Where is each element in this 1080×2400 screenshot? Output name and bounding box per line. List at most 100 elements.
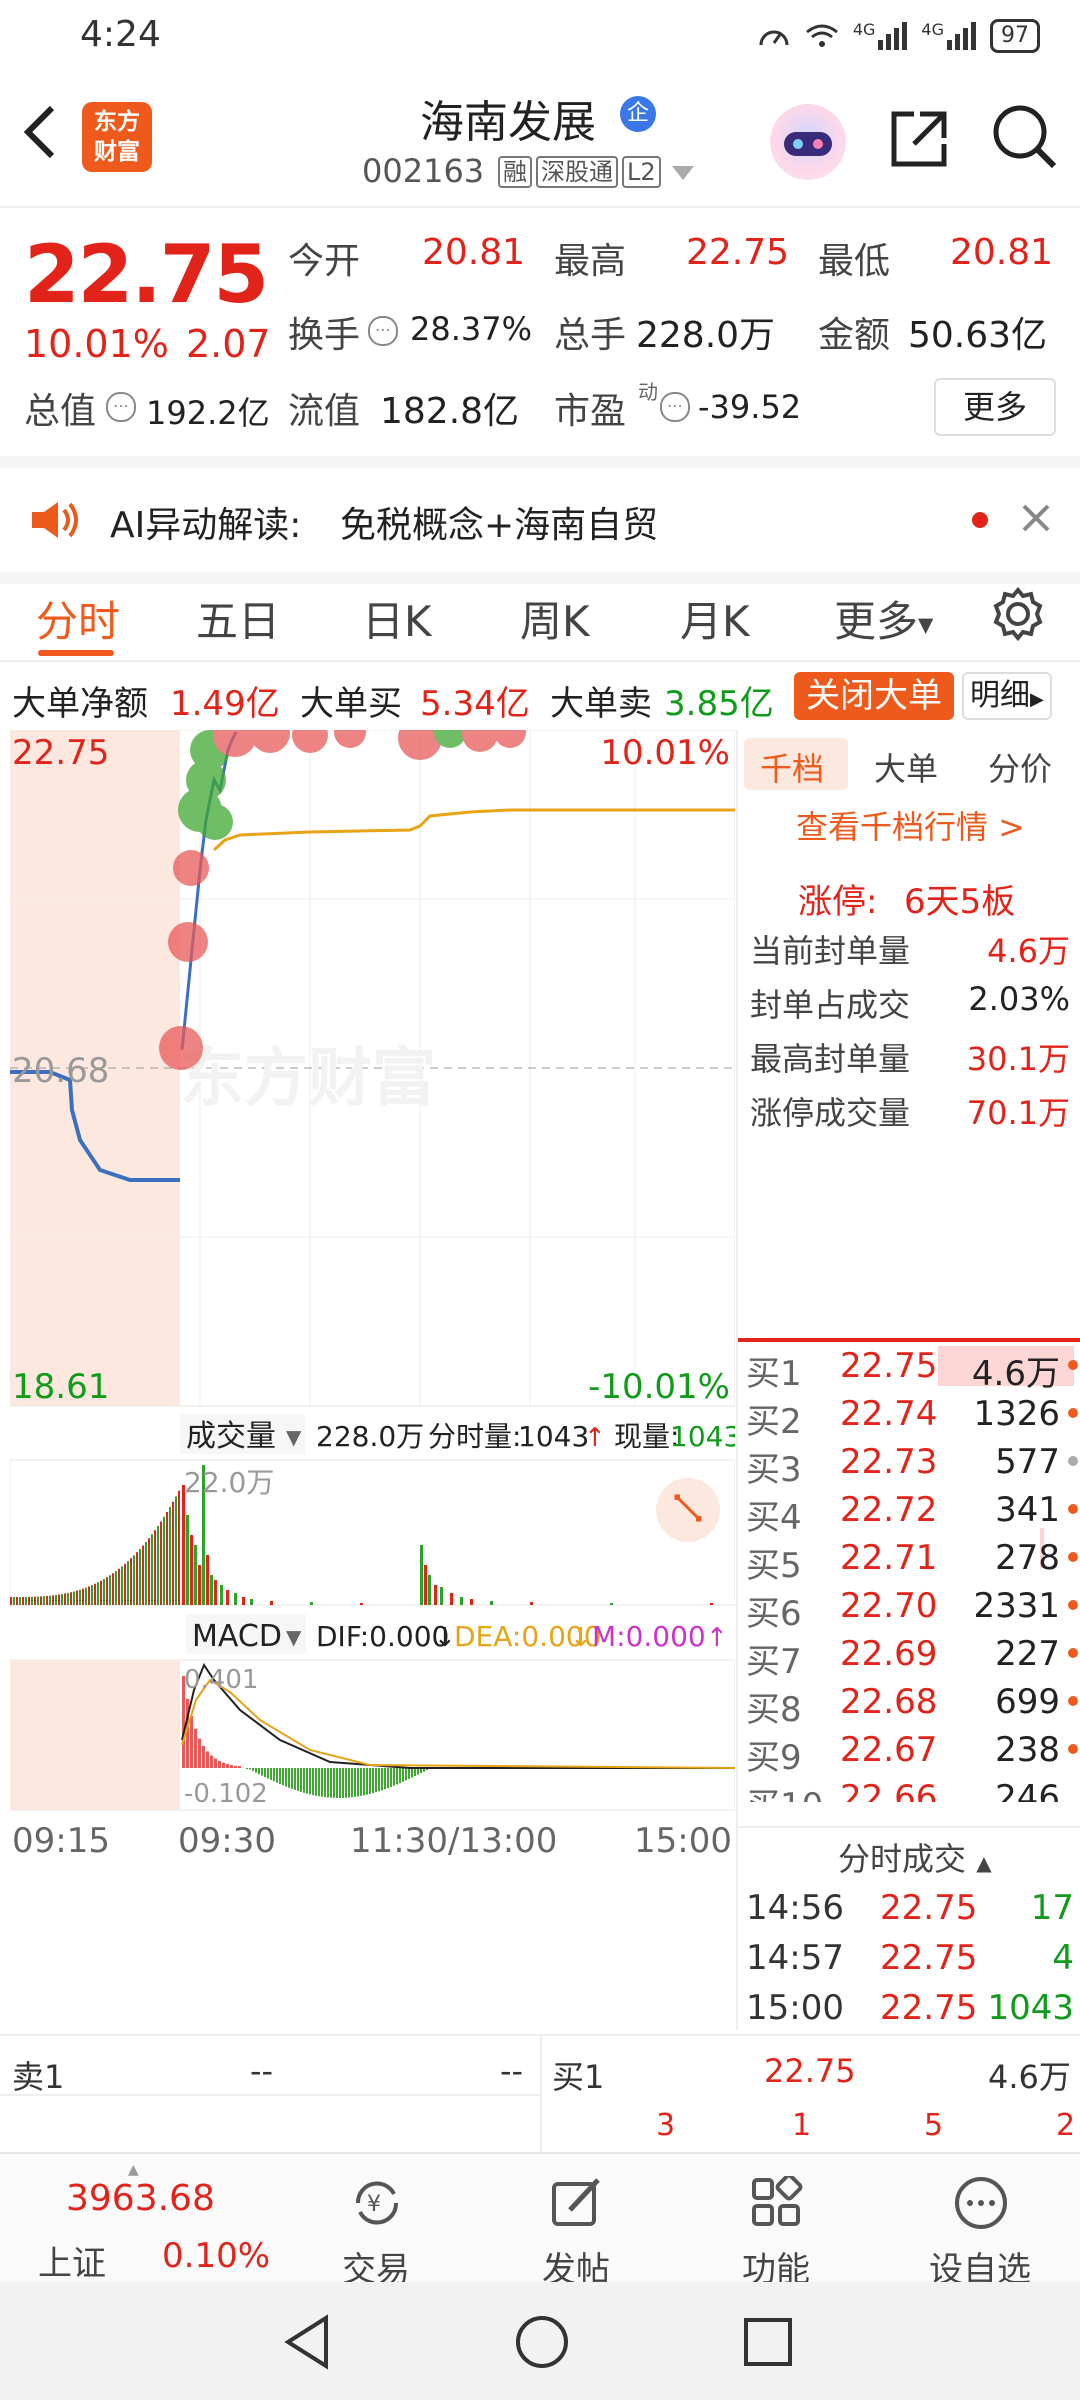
tab-daily[interactable]: 日K: [362, 588, 432, 649]
more-quote-button[interactable]: 更多: [934, 378, 1056, 436]
bid-row[interactable]: 买9 22.67 238: [738, 1730, 1080, 1778]
bid-label: 买4: [746, 1498, 802, 1538]
bid-vol: 278: [995, 1538, 1060, 1578]
limit-label: 涨停:: [798, 882, 878, 922]
trade-icon: ¥: [355, 2181, 399, 2225]
pe-value: -39.52: [698, 388, 802, 426]
tab-weekly[interactable]: 周K: [520, 588, 590, 649]
low-label: 最低: [818, 241, 891, 282]
intraday-chart[interactable]: 东方财富 22.75 20.68 18.61 10.01% -10.01% 成交…: [9, 713, 741, 2030]
chevron-left-icon: [23, 105, 55, 159]
bid-row[interactable]: 买10 22.66 246: [738, 1778, 1080, 1802]
count-0: 3: [656, 2108, 676, 2143]
view-thousand-link[interactable]: 查看千档行情 >: [796, 802, 1025, 848]
bid-row[interactable]: 买6 22.70 2331: [738, 1586, 1080, 1634]
tab-price-dist[interactable]: 分价: [988, 744, 1052, 790]
volume-total: 228.0万: [316, 1420, 424, 1453]
back-button[interactable]: [20, 102, 70, 172]
tab-more-label: 更多: [834, 597, 919, 646]
order-dot: [1068, 1744, 1078, 1754]
share-icon: [891, 111, 947, 167]
volume-selector[interactable]: 成交量: [186, 1419, 276, 1454]
info-icon[interactable]: ⋯: [106, 392, 136, 422]
info-icon[interactable]: ⋯: [660, 392, 690, 422]
bid-row[interactable]: 买1 22.75 4.6万: [738, 1346, 1080, 1394]
high-label: 最高: [554, 241, 627, 282]
net-label: 大单净额: [12, 684, 148, 724]
bid-price: 22.67: [840, 1730, 938, 1770]
bottom-quote: 卖1 -- -- 买1 22.75 4.6万 3 1 5 2: [0, 2034, 1080, 2154]
change-percent: 10.01%: [24, 322, 169, 366]
macd-dif: DIF:0.000: [316, 1620, 449, 1653]
recents-square-icon[interactable]: [742, 2316, 794, 2368]
bid-row[interactable]: 买2 22.74 1326: [738, 1394, 1080, 1442]
big-order-bar: 大单净额 1.49亿 大单买 5.34亿 大单卖 3.85亿 关闭大单 明细▶: [0, 668, 1080, 728]
stock-name[interactable]: 海南发展: [420, 86, 596, 150]
detail-button[interactable]: 明细▶: [962, 672, 1052, 720]
amount-value: 50.63亿: [908, 315, 1048, 356]
float-label: 流值: [288, 391, 361, 432]
macd-top-label: 0.401: [184, 1665, 258, 1695]
stock-tags[interactable]: 融深股通 L2: [494, 156, 694, 188]
bid-row[interactable]: 买4 22.72 341: [738, 1490, 1080, 1538]
tab-monthly[interactable]: 月K: [680, 588, 750, 649]
share-button[interactable]: [884, 104, 954, 174]
bid-row[interactable]: 买8 22.68 699: [738, 1682, 1080, 1730]
bid-row[interactable]: 买5 22.71 278: [738, 1538, 1080, 1586]
volume-max-label: 22.0万: [184, 1466, 274, 1499]
x-label-0930: 09:30: [178, 1821, 276, 1861]
bid-vol: 246: [995, 1778, 1060, 1802]
grid-icon: [752, 2176, 803, 2226]
mktcap-value: 192.2亿: [146, 394, 270, 432]
speed-icon: [759, 30, 789, 46]
stat-label-3: 涨停成交量: [750, 1094, 911, 1132]
bottom-nav: ▲ 3963.68 上证 0.10% ¥ 交易 发帖 功能 设自选: [0, 2152, 1080, 2290]
close-icon[interactable]: [1020, 502, 1052, 534]
tab-big-order[interactable]: 大单: [874, 744, 938, 790]
ai-insight-bar[interactable]: AI异动解读: 免税概念+海南自贸: [0, 456, 1080, 584]
order-dot: [1068, 1600, 1078, 1610]
bid-price: 22.66: [840, 1778, 938, 1802]
ai-assistant-avatar[interactable]: [770, 104, 846, 180]
app-logo[interactable]: 东方 财富: [82, 102, 152, 172]
bid-price: 22.68: [840, 1682, 938, 1722]
bid-list[interactable]: 买1 22.75 4.6万 买2 22.74 1326 买3 22.73 577 买4 22.…: [738, 1346, 1080, 1802]
ticks-title[interactable]: 分时成交 ▲: [838, 1834, 992, 1880]
close-big-order-button[interactable]: 关闭大单: [794, 672, 954, 720]
open-value: 20.81: [422, 232, 526, 273]
ai-label: AI异动解读:: [110, 505, 302, 546]
search-button[interactable]: [990, 102, 1060, 172]
bid-price: 22.70: [840, 1586, 938, 1626]
y-top-label: 22.75: [12, 733, 109, 773]
mktcap-label: 总值: [24, 391, 97, 432]
tab-more[interactable]: 更多▼: [834, 588, 933, 649]
change-amount: 2.07: [186, 322, 271, 366]
tick-vol: 1043: [987, 1988, 1074, 2028]
turnover-value: 28.37%: [410, 310, 533, 348]
info-icon[interactable]: ⋯: [368, 316, 398, 346]
back-triangle-icon[interactable]: [282, 2314, 332, 2370]
home-circle-icon[interactable]: [514, 2314, 570, 2370]
bid-row[interactable]: 买3 22.73 577: [738, 1442, 1080, 1490]
tag-l2: L2: [622, 156, 661, 188]
detail-button-label: 明细: [970, 678, 1030, 713]
watermark: 东方财富: [180, 1042, 436, 1116]
bid-label: 买3: [746, 1450, 802, 1490]
bid-row[interactable]: 买7 22.69 227: [738, 1634, 1080, 1682]
volume-value: 228.0万: [636, 315, 776, 356]
open-label: 今开: [288, 241, 361, 282]
tab-thousand[interactable]: 千档: [760, 744, 824, 790]
high-value: 22.75: [686, 232, 790, 273]
tab-five-day[interactable]: 五日: [196, 588, 280, 649]
system-nav: [0, 2282, 1080, 2400]
macd-selector[interactable]: MACD: [192, 1619, 282, 1654]
bid-vol: 1326: [973, 1394, 1060, 1434]
network-type-2: 4G: [921, 19, 944, 39]
sell1-label: 卖1: [12, 2058, 65, 2096]
volume-label: 总手: [554, 315, 627, 356]
fs-value: 1043: [518, 1420, 589, 1453]
tab-intraday[interactable]: 分时: [36, 588, 120, 649]
bid-label: 买2: [746, 1402, 802, 1442]
corp-badge: 企: [620, 96, 656, 132]
gear-icon[interactable]: [990, 586, 1046, 642]
